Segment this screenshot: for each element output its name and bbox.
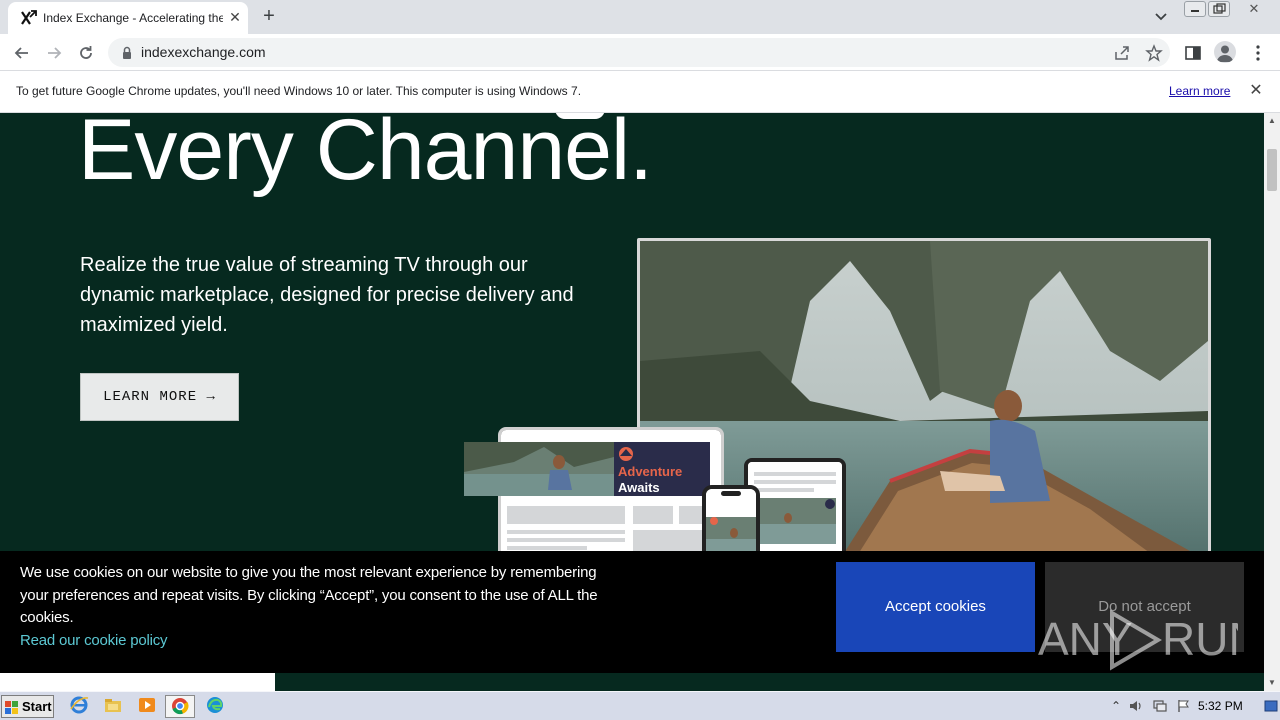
learn-more-button[interactable]: LEARN MORE → — [80, 373, 239, 421]
browser-toolbar: indexexchange.com — [0, 34, 1280, 71]
cookie-text-block: We use cookies on our website to give yo… — [20, 562, 620, 652]
hero-body: Realize the true value of streaming TV t… — [80, 254, 574, 336]
scroll-up-arrow-icon[interactable]: ▲ — [1264, 113, 1280, 129]
infobar-close-icon[interactable]: ✕ — [1246, 81, 1266, 101]
cookie-message: We use cookies on our website to give yo… — [20, 564, 598, 626]
tab-title: Index Exchange - Accelerating the E — [43, 11, 223, 25]
edge-icon[interactable] — [203, 695, 227, 718]
adventure-ad-banner: Adventure Awaits — [464, 442, 710, 496]
back-arrow-icon[interactable] — [9, 40, 35, 66]
forward-arrow-icon[interactable] — [41, 40, 67, 66]
index-exchange-favicon-icon — [20, 9, 38, 27]
page-bottom-strip — [0, 673, 275, 691]
cookie-policy-link[interactable]: Read our cookie policy — [20, 632, 168, 649]
ad-line-2: Awaits — [618, 480, 660, 495]
browser-tab[interactable]: Index Exchange - Accelerating the E ✕ — [8, 2, 248, 34]
network-icon[interactable] — [1152, 698, 1168, 714]
window-restore-button[interactable] — [1208, 1, 1230, 17]
internet-explorer-icon[interactable] — [67, 695, 91, 718]
watermark-text-run: RUN — [1162, 613, 1238, 665]
address-bar[interactable]: indexexchange.com — [108, 38, 1170, 67]
show-desktop-icon[interactable] — [1264, 698, 1278, 714]
watermark-text-any: ANY — [1038, 613, 1133, 665]
taskbar-clock[interactable]: 5:32 PM — [1198, 699, 1243, 713]
action-center-flag-icon[interactable] — [1176, 698, 1192, 714]
lock-icon — [120, 45, 134, 61]
hero-title: Every Channel. — [78, 113, 653, 198]
windows-taskbar: Start ⌃ 5:32 PM — [0, 691, 1280, 720]
volume-icon[interactable] — [1128, 698, 1144, 714]
ad-line-1: Adventure — [618, 464, 682, 479]
start-button[interactable]: Start — [1, 695, 54, 718]
start-label: Start — [22, 699, 52, 714]
share-icon[interactable] — [1112, 43, 1132, 63]
chrome-menu-icon[interactable] — [1247, 42, 1269, 64]
anyrun-watermark-logo: ANY RUN — [1038, 605, 1262, 675]
infobar-message: To get future Google Chrome updates, you… — [16, 84, 582, 98]
tab-search-chevron-icon[interactable] — [1150, 8, 1172, 26]
tab-close-icon[interactable]: ✕ — [227, 9, 243, 25]
windows-flag-icon — [5, 700, 19, 714]
reload-icon[interactable] — [73, 40, 99, 66]
page-scrollbar[interactable]: ▲ ▼ — [1264, 113, 1280, 691]
tray-show-hidden-icon[interactable]: ⌃ — [1108, 698, 1124, 714]
new-tab-button[interactable]: + — [258, 6, 280, 28]
media-player-icon[interactable] — [135, 695, 159, 718]
accept-cookies-button[interactable]: Accept cookies — [836, 562, 1035, 652]
tab-strip: Index Exchange - Accelerating the E ✕ + … — [0, 0, 1280, 34]
scroll-down-arrow-icon[interactable]: ▼ — [1264, 675, 1280, 691]
window-minimize-button[interactable] — [1184, 1, 1206, 17]
bookmark-star-icon[interactable] — [1144, 43, 1164, 63]
infobar-learn-more-link[interactable]: Learn more — [1169, 84, 1230, 98]
window-close-button[interactable]: ✕ — [1234, 1, 1274, 17]
scroll-thumb[interactable] — [1267, 149, 1277, 191]
chrome-taskbar-icon[interactable] — [165, 695, 195, 718]
file-explorer-icon[interactable] — [101, 695, 125, 718]
side-panel-icon[interactable] — [1182, 42, 1204, 64]
profile-avatar-icon[interactable] — [1214, 41, 1236, 63]
update-infobar: To get future Google Chrome updates, you… — [0, 71, 1280, 113]
url-text[interactable]: indexexchange.com — [141, 44, 266, 60]
